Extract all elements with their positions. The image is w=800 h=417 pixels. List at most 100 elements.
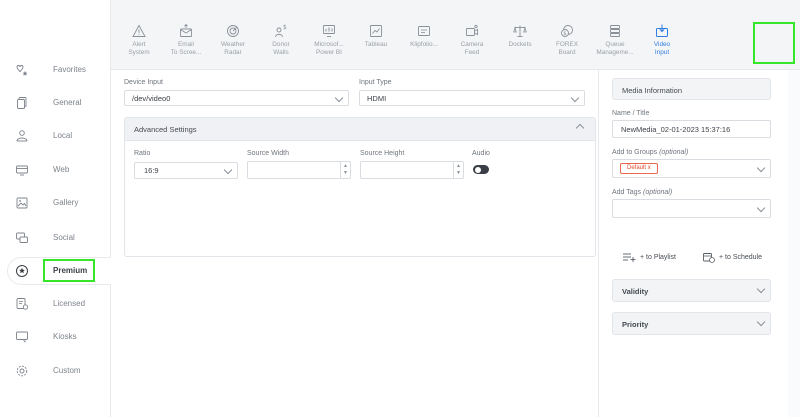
add-tags-label-text: Add Tags xyxy=(612,189,642,196)
nav-label-licensed: Licensed xyxy=(53,299,86,308)
tool-alert-system[interactable]: Alert System xyxy=(114,20,164,66)
chevron-down-icon xyxy=(756,163,766,173)
klipfolio-icon xyxy=(418,26,430,36)
monitor-icon xyxy=(16,165,28,176)
source-height-label: Source Height xyxy=(360,150,405,157)
schedule-icon xyxy=(703,252,715,263)
tool-label: Camera Feed xyxy=(460,41,484,56)
source-height-spin-buttons[interactable]: ▲ ▼ xyxy=(453,162,463,178)
tool-label: Alert System xyxy=(128,41,150,56)
tool-forex-board[interactable]: $ FOREX Board xyxy=(542,20,592,66)
playlist-add-icon xyxy=(623,253,636,262)
name-title-input[interactable]: NewMedia_02-01-2023 15:37:16 xyxy=(612,120,771,138)
toggle-knob xyxy=(474,166,481,173)
input-type-select[interactable]: HDMI xyxy=(359,90,585,106)
ratio-select[interactable]: 16:9 xyxy=(134,162,238,179)
radar-icon xyxy=(227,25,239,37)
source-width-spin-buttons[interactable]: ▲ ▼ xyxy=(340,162,350,178)
camera-icon xyxy=(466,24,478,36)
tool-tableau[interactable]: Tableau xyxy=(351,20,401,66)
tool-donor-walls[interactable]: $ Donor Walls xyxy=(256,20,306,66)
premium-star-icon xyxy=(16,265,28,277)
increment-icon[interactable]: ▲ xyxy=(343,163,348,169)
tool-label: Donor Walls xyxy=(272,41,290,56)
nav-item-licensed[interactable]: Licensed xyxy=(0,291,111,317)
nav-item-local[interactable]: Local xyxy=(0,123,111,149)
group-tag-default[interactable]: Default x xyxy=(620,163,658,174)
nav-label-general: General xyxy=(53,98,82,107)
app-window: Favorites General Local Web Gallery Soci… xyxy=(0,0,800,417)
audio-toggle[interactable] xyxy=(473,165,489,174)
chevron-down-icon xyxy=(756,317,766,327)
chevron-down-icon xyxy=(570,93,580,103)
kiosk-icon xyxy=(16,331,28,343)
tag-remove-icon[interactable]: x xyxy=(648,165,651,171)
advanced-settings-header[interactable]: Advanced Settings xyxy=(125,118,595,141)
increment-icon[interactable]: ▲ xyxy=(456,163,461,169)
tool-label: Klipfolio... xyxy=(410,41,438,48)
ratio-label: Ratio xyxy=(134,150,151,157)
decrement-icon[interactable]: ▼ xyxy=(456,170,461,176)
validity-section[interactable]: Validity xyxy=(612,279,771,302)
chevron-down-icon xyxy=(334,93,344,103)
svg-text:$: $ xyxy=(563,31,566,37)
tool-klipfolio[interactable]: Klipfolio... xyxy=(399,20,449,66)
media-information-header: Media Information xyxy=(612,78,771,100)
tool-power-bi[interactable]: Microsof... Power BI xyxy=(304,20,354,66)
tool-video-input[interactable]: Video Input xyxy=(637,20,687,66)
nav-item-kiosks[interactable]: Kiosks xyxy=(0,324,111,350)
nav-label-gallery: Gallery xyxy=(53,198,79,207)
tool-label: Queue Manageme... xyxy=(596,41,634,56)
gallery-icon xyxy=(16,197,28,209)
nav-label-kiosks: Kiosks xyxy=(53,332,77,341)
nav-item-web[interactable]: Web xyxy=(0,157,111,183)
queue-icon xyxy=(610,25,620,37)
chevron-down-icon xyxy=(756,284,766,294)
ratio-value: 16:9 xyxy=(144,166,159,175)
advanced-settings-panel: Advanced Settings Ratio 16:9 Source Widt… xyxy=(124,117,596,257)
licensed-doc-icon xyxy=(16,298,29,310)
group-tag-label: Default xyxy=(627,165,647,171)
nav-item-custom[interactable]: Custom xyxy=(0,358,111,384)
priority-section[interactable]: Priority xyxy=(612,312,771,335)
users-icon xyxy=(16,130,28,142)
tool-label: FOREX Board xyxy=(555,41,578,56)
nav-label-social: Social xyxy=(53,233,75,242)
device-input-select[interactable]: /dev/video0 xyxy=(124,90,349,106)
nav-item-favorites[interactable]: Favorites xyxy=(0,57,111,83)
input-type-label: Input Type xyxy=(359,79,392,86)
chevron-down-icon xyxy=(223,165,233,175)
add-to-groups-select[interactable]: Default x xyxy=(612,159,771,178)
tool-label: Video Input xyxy=(653,41,671,56)
tool-camera-feed[interactable]: Camera Feed xyxy=(447,20,497,66)
tool-weather-radar[interactable]: Weather Radar xyxy=(208,20,258,66)
media-information-title: Media Information xyxy=(622,86,683,95)
decrement-icon[interactable]: ▼ xyxy=(343,170,348,176)
left-category-nav: Favorites General Local Web Gallery Soci… xyxy=(0,0,111,417)
source-height-stepper[interactable]: ▲ ▼ xyxy=(360,161,464,179)
video-input-highlight-box xyxy=(753,22,795,64)
tool-dockets[interactable]: Dockets xyxy=(495,20,545,66)
tableau-icon xyxy=(370,25,382,37)
favorites-star-icon xyxy=(16,65,28,76)
nav-item-general[interactable]: General xyxy=(0,90,111,116)
chevron-down-icon xyxy=(756,203,766,213)
copy-icon xyxy=(17,97,27,109)
add-to-playlist-button[interactable]: + to Playlist xyxy=(623,251,676,263)
add-tags-label: Add Tags (optional) xyxy=(612,189,672,196)
tool-label: Tableau xyxy=(364,41,388,48)
tool-queue-management[interactable]: Queue Manageme... xyxy=(590,20,640,66)
add-tags-select[interactable] xyxy=(612,199,771,218)
tool-label: Weather Radar xyxy=(220,41,246,56)
nav-item-gallery[interactable]: Gallery xyxy=(0,190,111,216)
source-width-stepper[interactable]: ▲ ▼ xyxy=(247,161,351,179)
tool-email-to-screen[interactable]: Email To Scree... xyxy=(161,20,211,66)
video-input-form: Device Input /dev/video0 Input Type HDMI… xyxy=(111,70,598,417)
advanced-settings-title: Advanced Settings xyxy=(134,125,197,134)
right-panel-scrollbar[interactable] xyxy=(788,70,800,417)
tool-label: Microsof... Power BI xyxy=(314,41,344,56)
forex-icon: $ xyxy=(561,25,573,37)
add-to-schedule-button[interactable]: + to Schedule xyxy=(703,251,762,263)
nav-item-social[interactable]: Social xyxy=(0,225,111,251)
audio-label: Audio xyxy=(472,150,490,157)
